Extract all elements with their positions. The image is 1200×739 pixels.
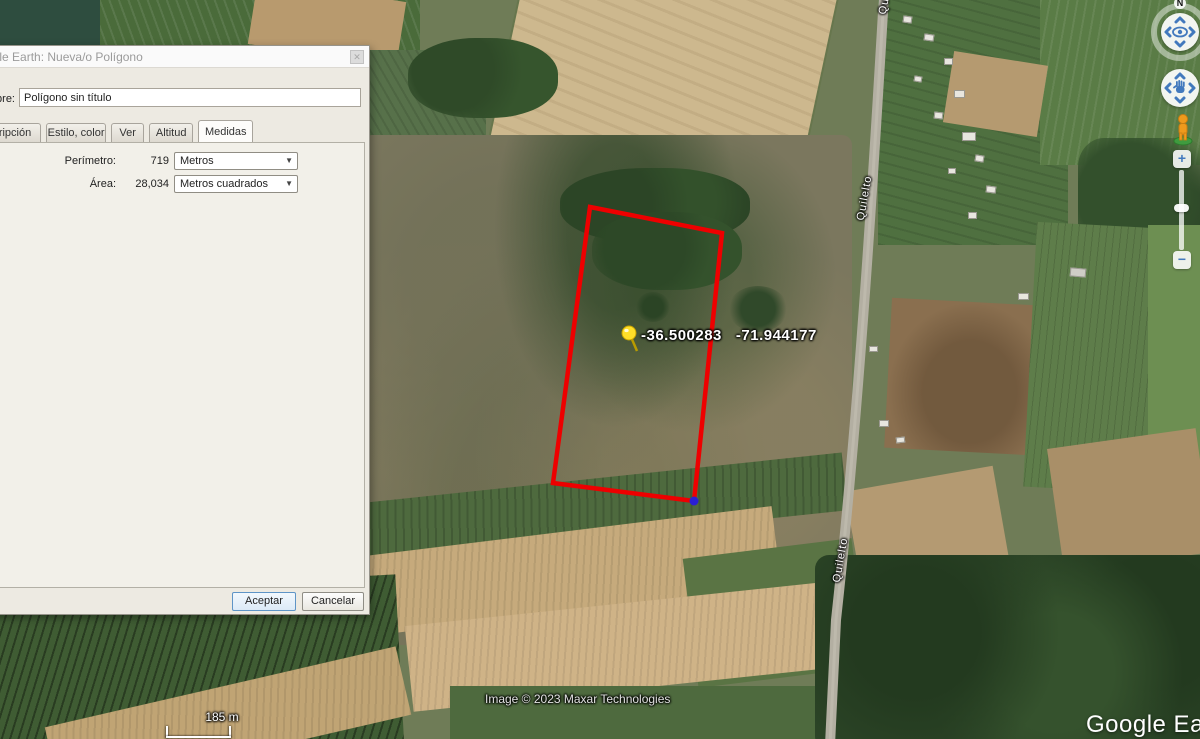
terrain-tan-right [1047,428,1200,573]
zoom-slider-handle[interactable] [1174,204,1189,212]
zoom-out-button[interactable]: − [1173,251,1191,269]
building [1018,293,1029,300]
area-value: 28,034 [103,178,169,190]
pushpin-highlight [624,329,628,332]
scale-bar [166,736,231,738]
look-joystick[interactable] [1161,13,1199,51]
terrain-tan-village [943,51,1048,137]
area-unit-value: Metros cuadrados [180,178,268,190]
cancel-button[interactable]: Cancelar [302,592,364,611]
tab-estilo-color[interactable]: Estilo, color [46,123,106,142]
tab-medidas[interactable]: Medidas [198,120,253,142]
perimeter-value: 719 [103,155,169,167]
eye-pupil [1178,30,1182,34]
new-polygon-dialog: Google Earth: Nueva/o Polígono ✕ Nombre:… [0,45,370,615]
perimeter-unit-value: Metros [180,155,214,167]
pushpin-head [622,326,636,340]
tab-altitud[interactable]: Altitud [149,123,193,142]
move-joystick[interactable] [1161,69,1199,107]
tab-ver[interactable]: Ver [111,123,144,142]
google-earth-watermark: Google Earth [1086,711,1200,739]
pegman-icon [1172,112,1194,146]
chevron-down-icon: ▼ [285,153,293,169]
tree-cluster [592,212,742,290]
tree-cluster [408,38,558,118]
street-label-quilelto: Quilelto [855,175,875,222]
accept-button[interactable]: Aceptar [232,592,296,611]
polygon-name-input[interactable] [19,88,361,107]
look-joystick-icon [1161,13,1199,51]
chevron-down-icon: ▼ [285,176,293,192]
tree [636,292,670,322]
building [869,346,878,352]
tree-cluster [728,286,788,332]
hand-icon [1173,80,1185,93]
tab-descripcion[interactable]: Descripción [0,123,41,142]
scale-label: 185 m [192,710,252,724]
imagery-attribution: Image © 2023 Maxar Technologies [485,692,670,706]
zoom-in-button[interactable]: + [1173,150,1191,168]
measures-tab-panel [0,142,365,588]
google-earth-window: -36.500283 -71.944177 Quilelto Quilelto … [0,0,1200,739]
dialog-title: Google Earth: Nueva/o Polígono [0,46,369,68]
dialog-tabs: Descripción Estilo, color Ver Altitud Me… [0,123,255,144]
name-label: Nombre: [0,93,15,105]
perimeter-unit-select[interactable]: Metros ▼ [174,152,298,170]
move-joystick-icon [1161,69,1199,107]
pin-coordinates-label: -36.500283 -71.944177 [641,327,817,344]
pegman-street-view[interactable] [1172,112,1194,146]
close-icon[interactable]: ✕ [350,50,364,64]
area-unit-select[interactable]: Metros cuadrados ▼ [174,175,298,193]
